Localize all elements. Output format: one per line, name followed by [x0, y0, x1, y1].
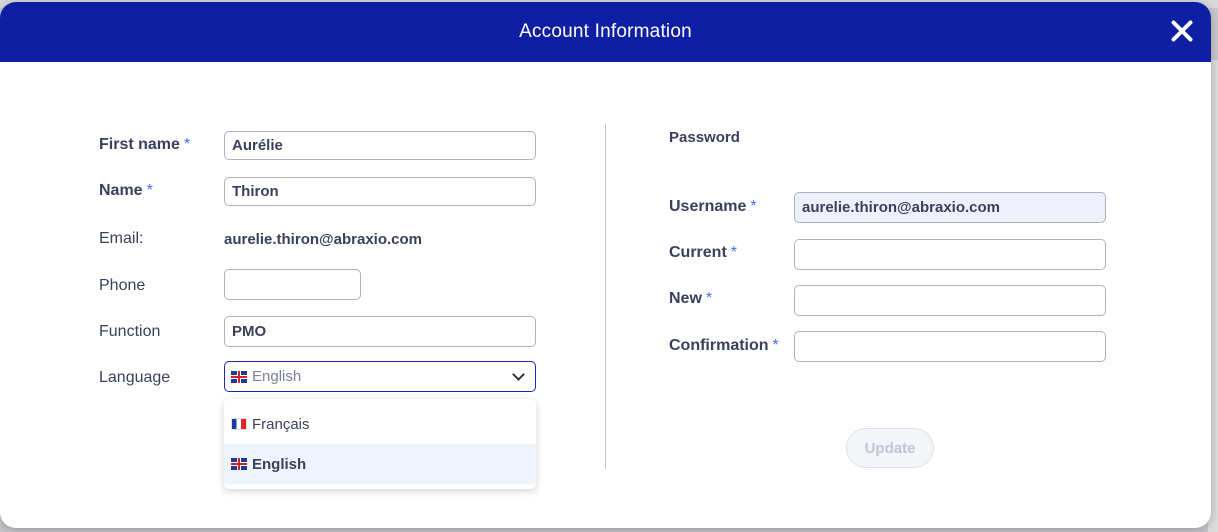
- column-divider: [605, 124, 606, 469]
- update-button[interactable]: Update: [846, 428, 934, 468]
- language-select-value: English: [252, 368, 302, 385]
- phone-label: Phone: [99, 277, 146, 294]
- new-password-label: New *: [669, 290, 713, 307]
- language-option-english[interactable]: English: [224, 444, 536, 484]
- confirmation-label: Confirmation *: [669, 337, 779, 354]
- account-information-modal: Account Information First name* Name* Em…: [0, 2, 1211, 528]
- current-password-input[interactable]: [794, 239, 1106, 270]
- language-select[interactable]: English: [224, 361, 536, 392]
- fr-flag-icon: [231, 418, 247, 430]
- name-label: Name *: [99, 182, 153, 199]
- email-value: aurelie.thiron@abraxio.com: [224, 231, 423, 248]
- language-label: Language: [99, 369, 171, 386]
- modal-title: Account Information: [519, 21, 692, 42]
- language-option-francais[interactable]: Français: [224, 404, 536, 444]
- function-input[interactable]: [224, 316, 536, 347]
- first-name-label: First name *: [99, 136, 191, 153]
- email-label: Email:: [99, 230, 144, 247]
- current-password-label: Current *: [669, 244, 738, 261]
- first-name-input[interactable]: [224, 131, 536, 160]
- language-dropdown: Français English: [224, 399, 536, 489]
- close-icon[interactable]: [1169, 18, 1195, 44]
- phone-input[interactable]: [224, 269, 361, 300]
- modal-header: Account Information: [0, 2, 1211, 62]
- function-label: Function: [99, 323, 161, 340]
- chevron-down-icon: [512, 368, 525, 381]
- confirmation-password-input[interactable]: [794, 331, 1106, 362]
- username-input[interactable]: [794, 192, 1106, 223]
- new-password-input[interactable]: [794, 285, 1106, 316]
- name-input[interactable]: [224, 177, 536, 206]
- uk-flag-icon: [231, 370, 247, 383]
- uk-flag-icon: [231, 458, 247, 470]
- username-label: Username *: [669, 198, 757, 215]
- password-section-title: Password: [669, 129, 740, 146]
